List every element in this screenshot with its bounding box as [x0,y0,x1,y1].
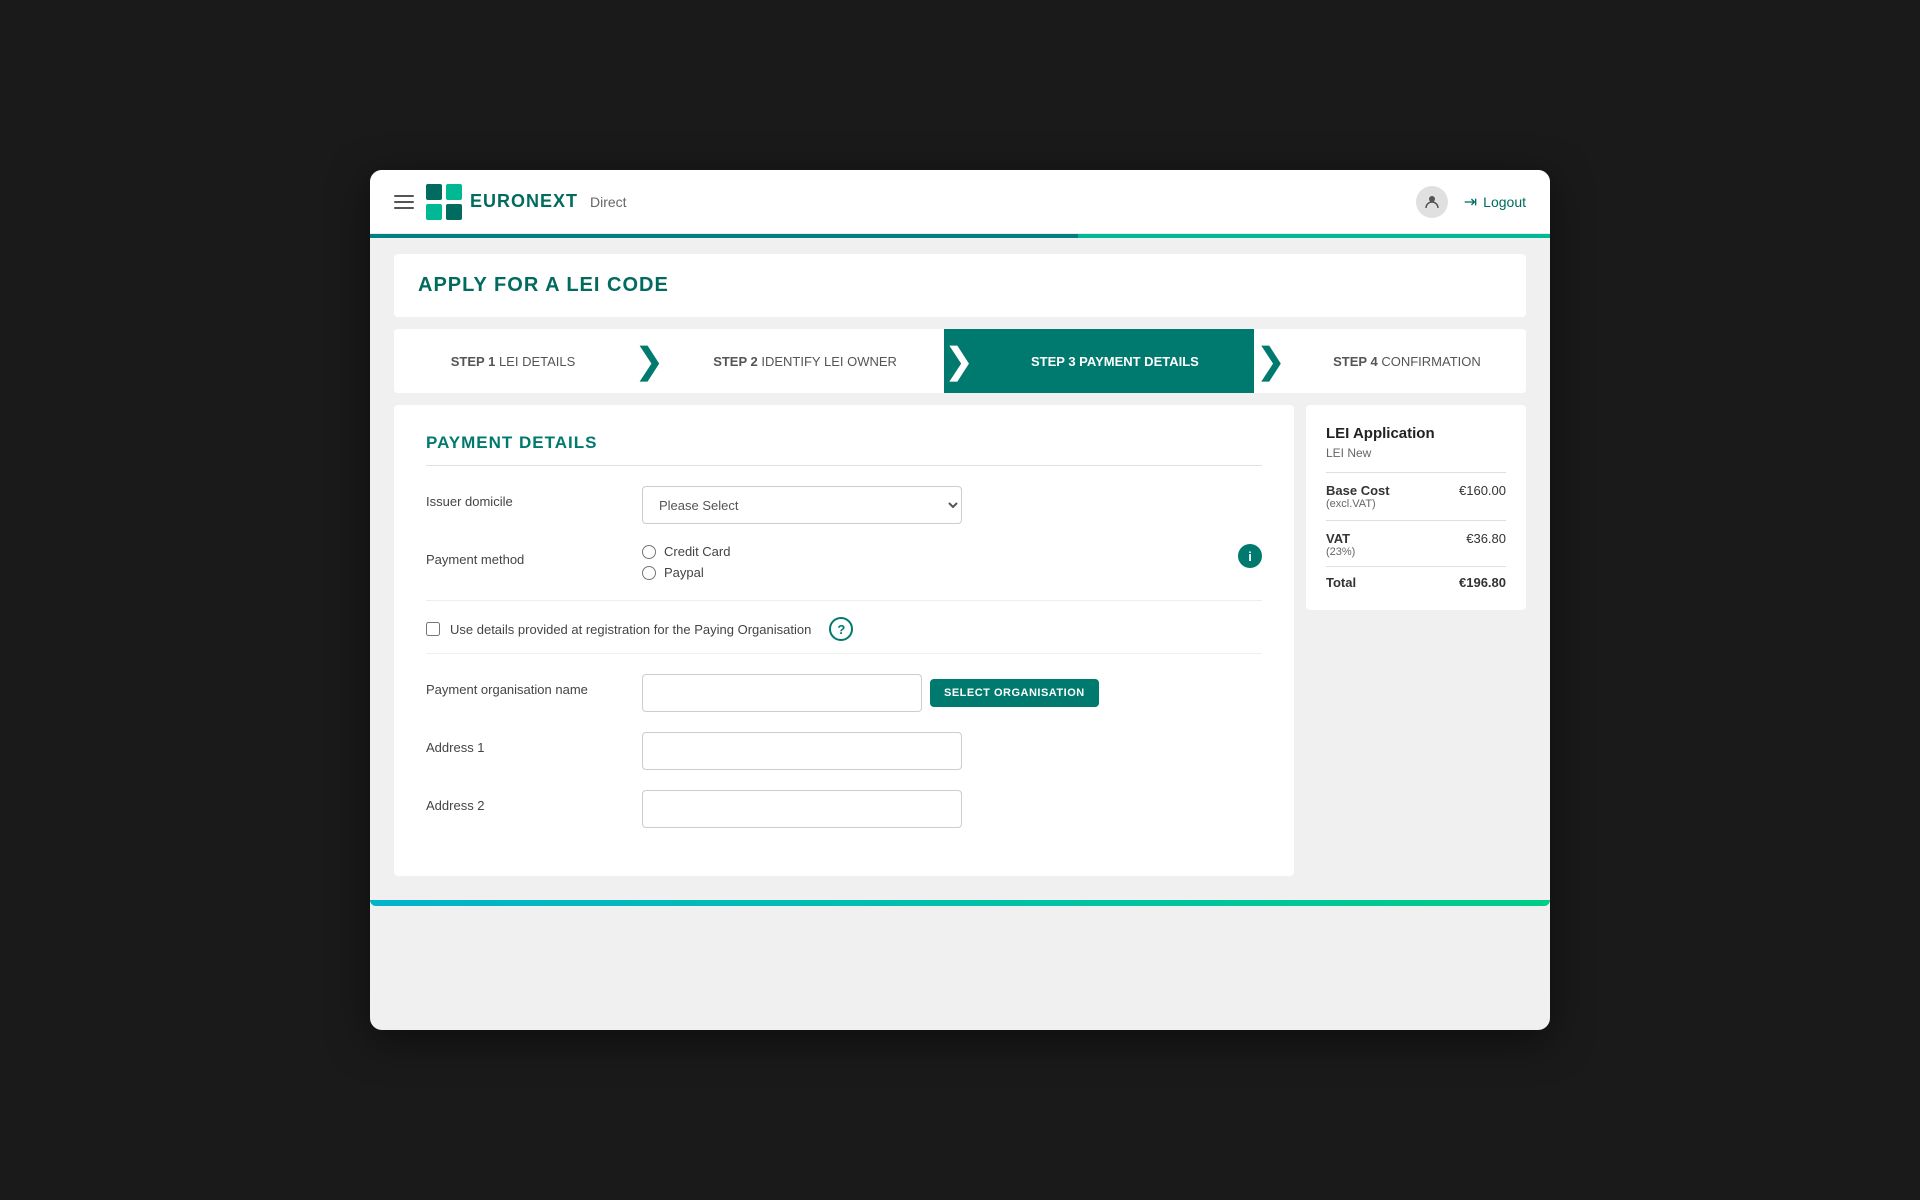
vat-row: VAT (23%) €36.80 [1326,531,1506,558]
address1-control [642,732,1262,770]
address1-label: Address 1 [426,732,626,755]
address2-input[interactable] [642,790,962,828]
sidebar-card: LEI Application LEI New Base Cost (excl.… [1306,405,1526,610]
vat-label-group: VAT (23%) [1326,531,1355,558]
step-1-text: STEP 1 LEI DETAILS [451,354,576,369]
brand-name: EURONEXT [470,191,578,212]
steps-container: STEP 1 LEI DETAILS ❯ STEP 2 IDENTIFY LEI… [394,329,1526,393]
form-divider [426,600,1262,601]
address1-row: Address 1 [426,732,1262,770]
step-arrow-1: ❯ [632,329,666,393]
address2-control [642,790,1262,828]
org-name-label: Payment organisation name [426,674,626,697]
help-icon[interactable]: ? [829,617,853,641]
issuer-domicile-select[interactable]: Please Select [642,486,962,524]
vat-sublabel: (23%) [1326,546,1355,558]
address1-input[interactable] [642,732,962,770]
payment-paypal-radio[interactable] [642,566,656,580]
step-4-text: STEP 4 CONFIRMATION [1333,354,1481,369]
step-1-num: STEP 1 [451,354,499,369]
form-section-title: PAYMENT DETAILS [426,433,1262,466]
address2-row: Address 2 [426,790,1262,828]
step-2-num: STEP 2 [713,354,761,369]
content-row: PAYMENT DETAILS Issuer domicile Please S… [394,405,1526,876]
main-content: APPLY FOR A LEI CODE STEP 1 LEI DETAILS … [370,254,1550,900]
org-name-input-group: SELECT ORGANISATION [642,674,1262,712]
page-title: APPLY FOR A LEI CODE [418,274,1502,297]
nav-bar: EURONEXT Direct ⇥ Logout [370,170,1550,234]
payment-paypal-label: Paypal [664,565,704,580]
base-cost-row: Base Cost (excl.VAT) €160.00 [1326,483,1506,510]
base-cost-sublabel: (excl.VAT) [1326,498,1390,510]
page-header: APPLY FOR A LEI CODE [394,254,1526,317]
org-name-input[interactable] [642,674,922,712]
issuer-domicile-control: Please Select [642,486,1262,524]
logout-icon: ⇥ [1464,192,1477,212]
step-arrow-3: ❯ [1254,329,1288,393]
payment-method-control: Credit Card Paypal [642,544,1214,580]
radio-group: Credit Card Paypal [642,544,1214,580]
user-icon-button[interactable] [1416,186,1448,218]
step-4[interactable]: STEP 4 CONFIRMATION [1288,329,1526,393]
vat-label: VAT [1326,531,1355,546]
sidebar-app-subtitle: LEI New [1326,446,1506,460]
total-row: Total €196.80 [1326,566,1506,590]
issuer-domicile-label: Issuer domicile [426,486,626,509]
use-registration-details-checkbox[interactable] [426,622,440,636]
payment-credit-card-label: Credit Card [664,544,730,559]
use-registration-details-label[interactable]: Use details provided at registration for… [450,622,811,637]
brand-direct: Direct [590,194,627,210]
logout-button[interactable]: ⇥ Logout [1464,192,1526,212]
payment-method-label: Payment method [426,544,626,567]
form-card: PAYMENT DETAILS Issuer domicile Please S… [394,405,1294,876]
nav-right: ⇥ Logout [1416,186,1526,218]
logout-label: Logout [1483,194,1526,210]
payment-credit-card[interactable]: Credit Card [642,544,1214,559]
base-cost-label-group: Base Cost (excl.VAT) [1326,483,1390,510]
hamburger-menu-icon[interactable] [394,195,414,209]
sidebar-app-title: LEI Application [1326,425,1506,442]
step-1[interactable]: STEP 1 LEI DETAILS [394,329,632,393]
sidebar-divider-2 [1326,520,1506,521]
org-name-row: Payment organisation name SELECT ORGANIS… [426,674,1262,712]
bottom-gradient-bar [370,900,1550,906]
euronext-logo-icon [426,184,462,220]
vat-value: €36.80 [1466,531,1506,546]
step-4-num: STEP 4 [1333,354,1381,369]
base-cost-value: €160.00 [1459,483,1506,498]
issuer-domicile-row: Issuer domicile Please Select [426,486,1262,524]
address2-label: Address 2 [426,790,626,813]
payment-credit-card-radio[interactable] [642,545,656,559]
checkbox-row: Use details provided at registration for… [426,617,1262,654]
payment-info-icon[interactable]: i [1238,544,1262,568]
progress-bar [370,234,1550,238]
step-3-num: STEP 3 [1031,354,1079,369]
step-2[interactable]: STEP 2 IDENTIFY LEI OWNER [666,329,944,393]
step-arrow-2: ❯ [944,329,976,393]
step-3[interactable]: STEP 3 PAYMENT DETAILS [976,329,1254,393]
logo-area: EURONEXT Direct [426,184,627,220]
step-3-text: STEP 3 PAYMENT DETAILS [1031,354,1199,369]
step-2-text: STEP 2 IDENTIFY LEI OWNER [713,354,897,369]
total-label: Total [1326,575,1356,590]
nav-left: EURONEXT Direct [394,184,1416,220]
base-cost-label: Base Cost [1326,483,1390,498]
total-value: €196.80 [1459,575,1506,590]
payment-method-row: Payment method Credit Card Paypal [426,544,1262,580]
sidebar-divider-1 [1326,472,1506,473]
payment-paypal[interactable]: Paypal [642,565,1214,580]
select-organisation-button[interactable]: SELECT ORGANISATION [930,679,1099,707]
